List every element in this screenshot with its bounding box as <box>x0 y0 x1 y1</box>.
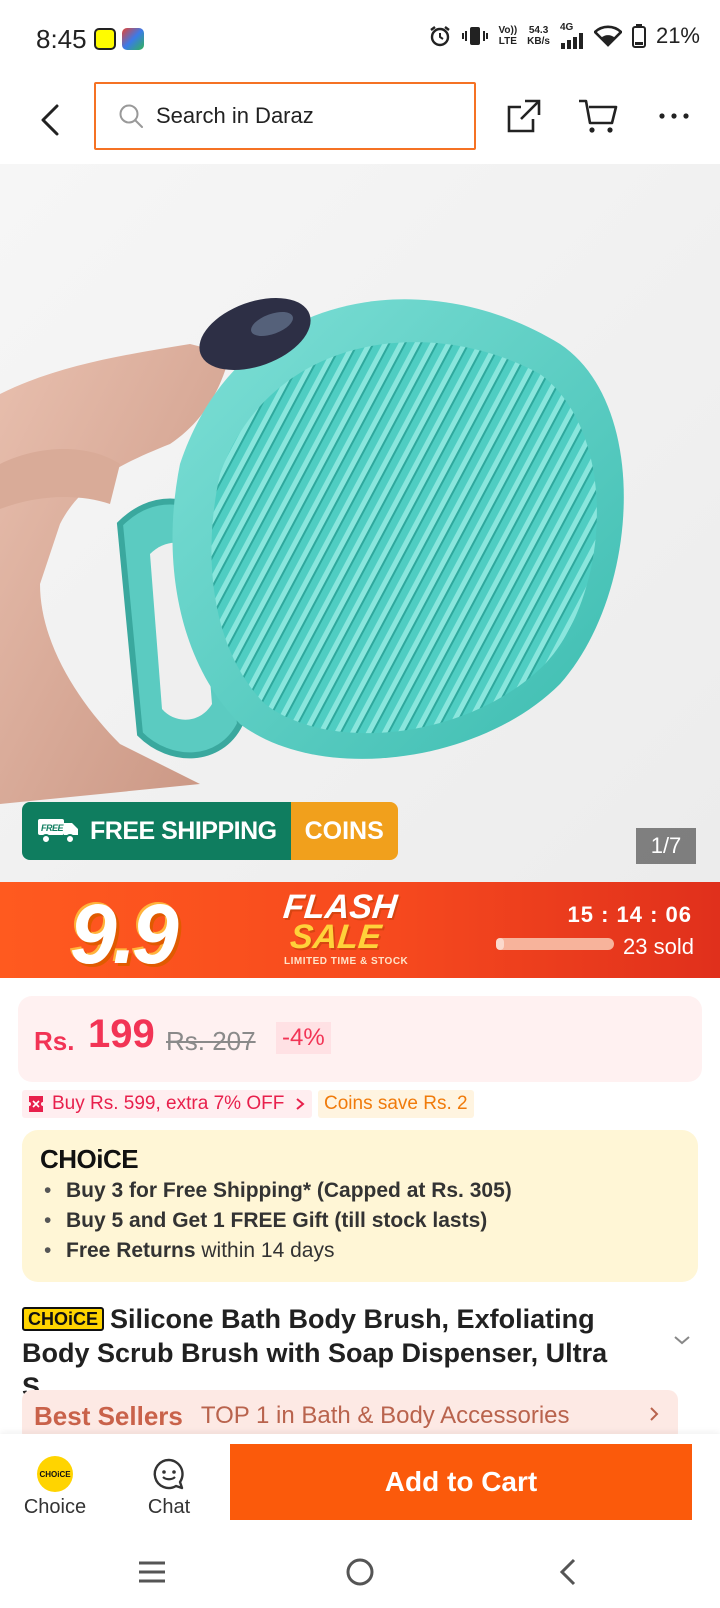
original-price: Rs. 207 <box>166 1026 256 1056</box>
battery-icon <box>631 23 646 48</box>
truck-icon: FREE <box>38 819 78 844</box>
wifi-icon <box>593 25 622 47</box>
cart-icon <box>579 99 618 133</box>
volte-indicator: Vo)) LTE <box>498 24 518 47</box>
price-currency: Rs. <box>34 1026 75 1056</box>
buy-more-promo[interactable]: Buy Rs. 599, extra 7% OFF <box>22 1090 313 1118</box>
choice-nav-button[interactable]: CHOiCE Choice <box>10 1456 100 1519</box>
choice-benefit-list: • Buy 3 for Free Shipping* (Capped at Rs.… <box>44 1176 512 1266</box>
choice-logo: CHOiCE <box>40 1144 139 1174</box>
status-time: 8:45 <box>36 24 87 54</box>
flash-sale-title: FLASH SALE <box>281 888 399 956</box>
product-photo <box>0 297 624 804</box>
choice-benefit-item: • Buy 5 and Get 1 FREE Gift (till stock l… <box>44 1209 488 1232</box>
choice-badge-icon: CHOiCE <box>37 1456 73 1492</box>
back-button[interactable] <box>30 96 70 144</box>
back-triangle-icon <box>559 1558 576 1586</box>
more-icon <box>659 113 689 119</box>
choice-benefits[interactable]: CHOiCE • Buy 3 for Free Shipping* (Capped… <box>22 1130 698 1282</box>
product-title[interactable]: CHOiCE Silicone Bath Body Brush, Exfoliat… <box>22 1302 652 1404</box>
search-placeholder: Search in Daraz <box>156 103 314 128</box>
chevron-right-icon <box>650 1407 659 1421</box>
voucher-icon <box>29 1096 43 1112</box>
coins-label: COINS <box>290 802 398 860</box>
chat-button[interactable]: Chat <box>124 1456 214 1519</box>
product-image-gallery[interactable]: FREE FREE SHIPPING COINS 1/7 <box>0 164 720 882</box>
app-grid-icon <box>122 28 144 50</box>
image-counter: 1/7 <box>636 828 696 864</box>
bottom-action-bar: CHOiCE Choice Chat Add to Cart <box>0 1434 720 1534</box>
share-icon <box>507 99 541 133</box>
alarm-icon <box>430 25 451 46</box>
choice-benefit-item: • Buy 3 for Free Shipping* (Capped at Rs.… <box>44 1179 512 1202</box>
sold-count: 23 sold <box>623 934 694 959</box>
more-button[interactable] <box>650 92 698 140</box>
chat-icon <box>153 1458 184 1490</box>
best-sellers-rank: TOP 1 in Bath & Body Accessories <box>200 1402 570 1429</box>
coins-promo: Coins save Rs. 2 <box>318 1090 474 1118</box>
signal-icon: 4G <box>560 22 584 49</box>
countdown-timer: 15 : 14 : 06 <box>567 902 692 927</box>
search-input[interactable]: Search in Daraz <box>94 82 476 150</box>
choice-chip: CHOiCE <box>22 1307 105 1331</box>
choice-benefit-item: • Free Returns within 14 days <box>44 1239 335 1262</box>
menu-icon <box>139 1561 165 1583</box>
sold-progress-fill <box>496 938 504 950</box>
current-price: 199 <box>88 1012 155 1056</box>
price-card: Rs. 199 Rs. 207 -4% <box>18 996 702 1082</box>
cart-button[interactable] <box>574 92 622 140</box>
home-button[interactable] <box>336 1548 384 1596</box>
back-icon <box>41 104 59 136</box>
speed-indicator: 54.3 KB/s <box>527 24 550 47</box>
chevron-right-icon <box>296 1098 305 1110</box>
snapchat-icon <box>94 28 116 50</box>
home-circle-icon <box>346 1558 374 1586</box>
discount-badge: -4% <box>276 1022 331 1054</box>
battery-percent: 21% <box>655 22 700 48</box>
event-logo: 9.9 <box>70 887 179 978</box>
recents-button[interactable] <box>128 1548 176 1596</box>
add-to-cart-button[interactable]: Add to Cart <box>230 1444 692 1520</box>
svg-text:FREE: FREE <box>41 823 65 833</box>
share-button[interactable] <box>500 92 548 140</box>
system-back-button[interactable] <box>544 1548 592 1596</box>
vibrate-icon <box>462 26 489 45</box>
flash-sale-banner[interactable]: 9.9 FLASH SALE LIMITED TIME & STOCK 15 :… <box>0 882 720 978</box>
header: Search in Daraz <box>0 82 720 164</box>
chevron-down-icon[interactable] <box>670 1328 694 1352</box>
best-sellers-logo: Best Sellers <box>34 1400 183 1431</box>
status-bar: 8:45 Vo)) LTE 54.3 KB/s 4G 21% <box>0 0 720 82</box>
sold-progress-bar <box>496 938 614 950</box>
search-icon <box>119 104 143 128</box>
free-shipping-label: FREE FREE SHIPPING <box>22 802 291 860</box>
free-shipping-badge: FREE FREE SHIPPING COINS <box>22 802 398 860</box>
system-navigation-bar <box>0 1534 720 1608</box>
flash-sale-subtitle: LIMITED TIME & STOCK <box>284 956 409 967</box>
status-icons: Vo)) LTE 54.3 KB/s 4G 21% <box>428 22 700 49</box>
